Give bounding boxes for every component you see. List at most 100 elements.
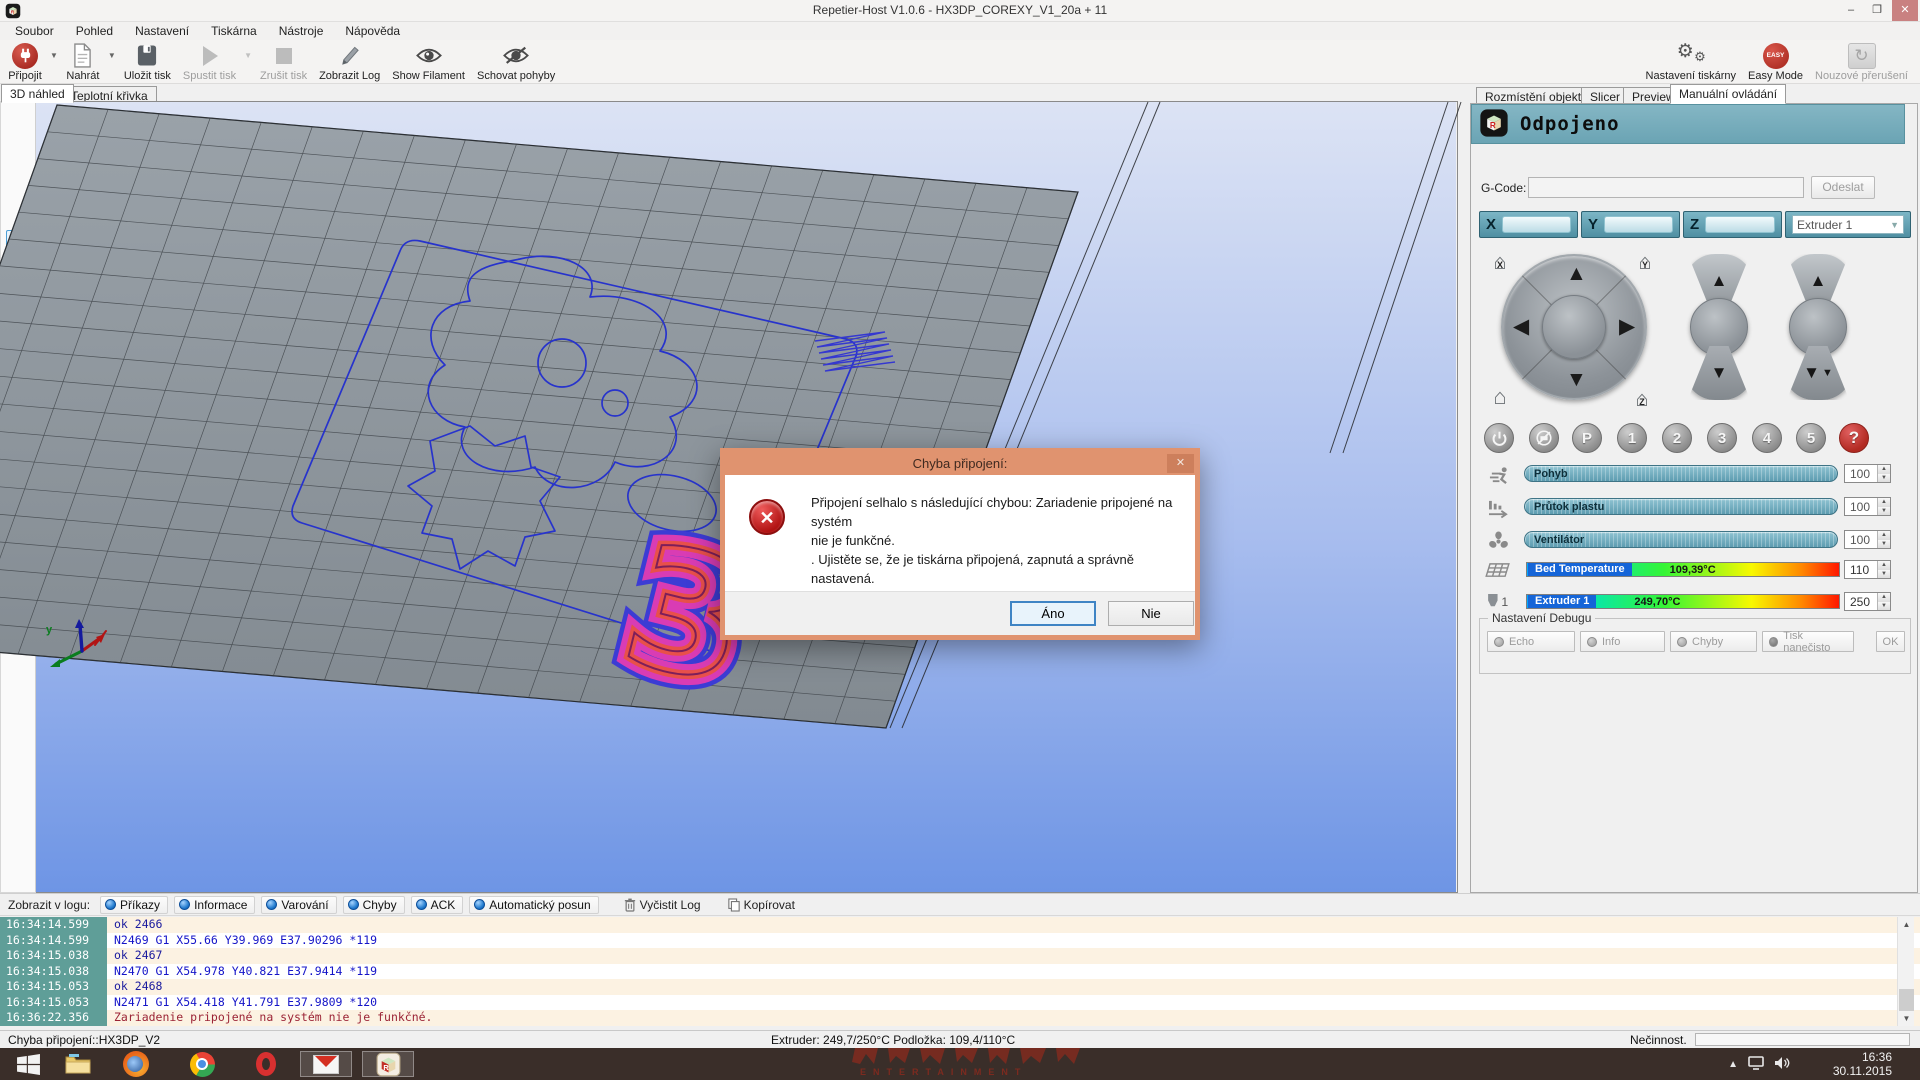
mail-app-button[interactable]: [300, 1051, 352, 1077]
jog-x-minus-icon[interactable]: ◀: [1513, 317, 1529, 337]
gcode-input[interactable]: [1528, 177, 1804, 198]
fan-spinner[interactable]: 100 ▲▼: [1844, 530, 1891, 549]
scroll-down-icon[interactable]: ▼: [1898, 1011, 1915, 1026]
play-icon: [200, 42, 220, 69]
power-button[interactable]: [1484, 423, 1514, 453]
menu-nastaveni[interactable]: Nastavení: [124, 24, 200, 38]
toggle-dot-icon: [1769, 637, 1778, 647]
easy-mode-button[interactable]: EASY Easy Mode: [1742, 40, 1809, 83]
dialog-close-icon[interactable]: ✕: [1167, 454, 1194, 473]
emergency-icon: ↻: [1848, 42, 1876, 69]
preset-3-button[interactable]: 3: [1707, 423, 1737, 453]
jog-y-plus-icon[interactable]: ▲: [1566, 264, 1587, 284]
spinner-arrows-icon[interactable]: ▲▼: [1877, 531, 1890, 548]
z-jog-control[interactable]: ▲ ▼: [1685, 254, 1753, 400]
fan-slider[interactable]: Ventilátor: [1524, 531, 1838, 548]
flow-multiply-slider[interactable]: Průtok plastu: [1524, 498, 1838, 515]
filter-ack-button[interactable]: ACK: [411, 896, 464, 914]
load-button[interactable]: Nahrát: [60, 40, 106, 83]
home-y-button[interactable]: ⌂Y: [1632, 251, 1658, 275]
extruder-temperature-spinner[interactable]: 250 ▲▼: [1844, 592, 1891, 611]
extruder-select[interactable]: Extruder 1▼: [1792, 215, 1904, 234]
debug-errors-button: Chyby: [1670, 631, 1757, 652]
preset-2-button[interactable]: 2: [1662, 423, 1692, 453]
start-button[interactable]: [8, 1051, 48, 1077]
opera-icon[interactable]: [246, 1051, 286, 1077]
jog-x-plus-icon[interactable]: ▶: [1619, 317, 1635, 337]
load-dropdown-icon[interactable]: ▼: [106, 28, 118, 83]
window-title: Repetier-Host V1.0.6 - HX3DP_COREXY_V1_2…: [0, 3, 1920, 17]
park-button[interactable]: P: [1572, 423, 1602, 453]
hide-travel-button[interactable]: Schovat pohyby: [471, 40, 561, 83]
jog-y-minus-icon[interactable]: ▼: [1566, 370, 1587, 390]
jog-center-knob[interactable]: [1542, 295, 1606, 359]
filter-errors-button[interactable]: Chyby: [343, 896, 405, 914]
network-icon[interactable]: [1748, 1056, 1764, 1073]
log-scrollbar[interactable]: ▲ ▼: [1897, 917, 1914, 1026]
clear-log-button[interactable]: Vyčistit Log: [619, 896, 709, 914]
spinner-arrows-icon[interactable]: ▲▼: [1877, 593, 1890, 610]
spinner-arrows-icon[interactable]: ▲▼: [1877, 561, 1890, 578]
taskbar-clock[interactable]: 16:36 30.11.2015: [1833, 1050, 1892, 1078]
bed-temperature-bar[interactable]: Bed Temperature 109,39°C: [1526, 562, 1840, 577]
menu-napoveda[interactable]: Nápověda: [334, 24, 411, 38]
spinner-arrows-icon[interactable]: ▲▼: [1877, 465, 1890, 482]
tab-rozmisteni-objektu[interactable]: Rozmístění objektů: [1476, 87, 1597, 104]
home-z-button[interactable]: ⌂Z: [1629, 388, 1655, 412]
motors-off-button[interactable]: [1529, 423, 1559, 453]
connection-error-dialog: Chyba připojení: ✕ ✕ Připojení selhalo s…: [720, 448, 1200, 640]
connect-dropdown-icon[interactable]: ▼: [48, 28, 60, 83]
extrude-icon[interactable]: ▼▼: [1784, 346, 1852, 400]
spinner-arrows-icon[interactable]: ▲▼: [1877, 498, 1890, 515]
restore-icon[interactable]: ❐: [1864, 0, 1890, 21]
tab-3d-nahled[interactable]: 3D náhled: [1, 84, 74, 103]
extruder-jog-control[interactable]: ▲ ▼▼: [1784, 254, 1852, 400]
chrome-icon[interactable]: [182, 1051, 222, 1077]
speed-multiply-slider[interactable]: Pohyb: [1524, 465, 1838, 482]
show-log-button[interactable]: Zobrazit Log: [313, 40, 386, 83]
menu-nastroje[interactable]: Nástroje: [268, 24, 335, 38]
home-all-button[interactable]: ⌂: [1487, 386, 1513, 410]
bed-temperature-spinner[interactable]: 110 ▲▼: [1844, 560, 1891, 579]
log-list[interactable]: 16:34:14.599ok 2466 16:34:14.599N2469 G1…: [0, 917, 1920, 1026]
preset-5-button[interactable]: 5: [1796, 423, 1826, 453]
y-position-box: Y: [1581, 211, 1680, 238]
toggle-dot-icon: [1587, 637, 1597, 647]
file-explorer-icon[interactable]: [58, 1051, 98, 1077]
scroll-up-icon[interactable]: ▲: [1898, 917, 1915, 932]
extruder-temperature-bar[interactable]: Extruder 1 249,70°C: [1526, 594, 1840, 609]
printer-settings-button[interactable]: ⚙⚙ Nastavení tiskárny: [1640, 40, 1742, 83]
status-progressbar: [1695, 1033, 1910, 1046]
scrollbar-thumb[interactable]: [1899, 989, 1914, 1011]
speed-multiply-spinner[interactable]: 100 ▲▼: [1844, 464, 1891, 483]
menu-tiskarna[interactable]: Tiskárna: [200, 24, 268, 38]
no-button[interactable]: Nie: [1108, 601, 1194, 626]
flow-multiply-spinner[interactable]: 100 ▲▼: [1844, 497, 1891, 516]
tab-slicer[interactable]: Slicer: [1581, 87, 1629, 104]
connect-button[interactable]: Připojit: [2, 40, 48, 83]
yes-button[interactable]: Áno: [1010, 601, 1096, 626]
filter-info-button[interactable]: Informace: [174, 896, 255, 914]
minimize-icon[interactable]: –: [1838, 0, 1864, 21]
tray-expand-icon[interactable]: ▲: [1728, 1059, 1738, 1070]
svg-text:R: R: [383, 1063, 389, 1072]
help-button[interactable]: ?: [1839, 423, 1869, 453]
preset-4-button[interactable]: 4: [1752, 423, 1782, 453]
save-print-button[interactable]: Uložit tisk: [118, 40, 177, 83]
volume-icon[interactable]: [1774, 1056, 1790, 1073]
xy-jog-pad[interactable]: ▲ ▼ ◀ ▶: [1501, 254, 1647, 400]
z-down-icon[interactable]: ▼: [1685, 346, 1753, 400]
preset-1-button[interactable]: 1: [1617, 423, 1647, 453]
filter-autoscroll-button[interactable]: Automatický posun: [469, 896, 598, 914]
close-icon[interactable]: ✕: [1892, 0, 1918, 21]
filter-commands-button[interactable]: Příkazy: [100, 896, 168, 914]
home-x-button[interactable]: ⌂X: [1487, 251, 1513, 275]
gcode-label: G-Code:: [1481, 181, 1526, 195]
show-filament-button[interactable]: Show Filament: [386, 40, 471, 83]
filter-warnings-button[interactable]: Varování: [261, 896, 336, 914]
repetier-host-taskbar-button[interactable]: R: [362, 1051, 414, 1077]
copy-log-button[interactable]: Kopírovat: [723, 896, 803, 914]
tab-manualni-ovladani[interactable]: Manuální ovládání: [1670, 84, 1786, 104]
firefox-icon[interactable]: [116, 1051, 156, 1077]
easy-badge-icon: EASY: [1763, 42, 1789, 69]
